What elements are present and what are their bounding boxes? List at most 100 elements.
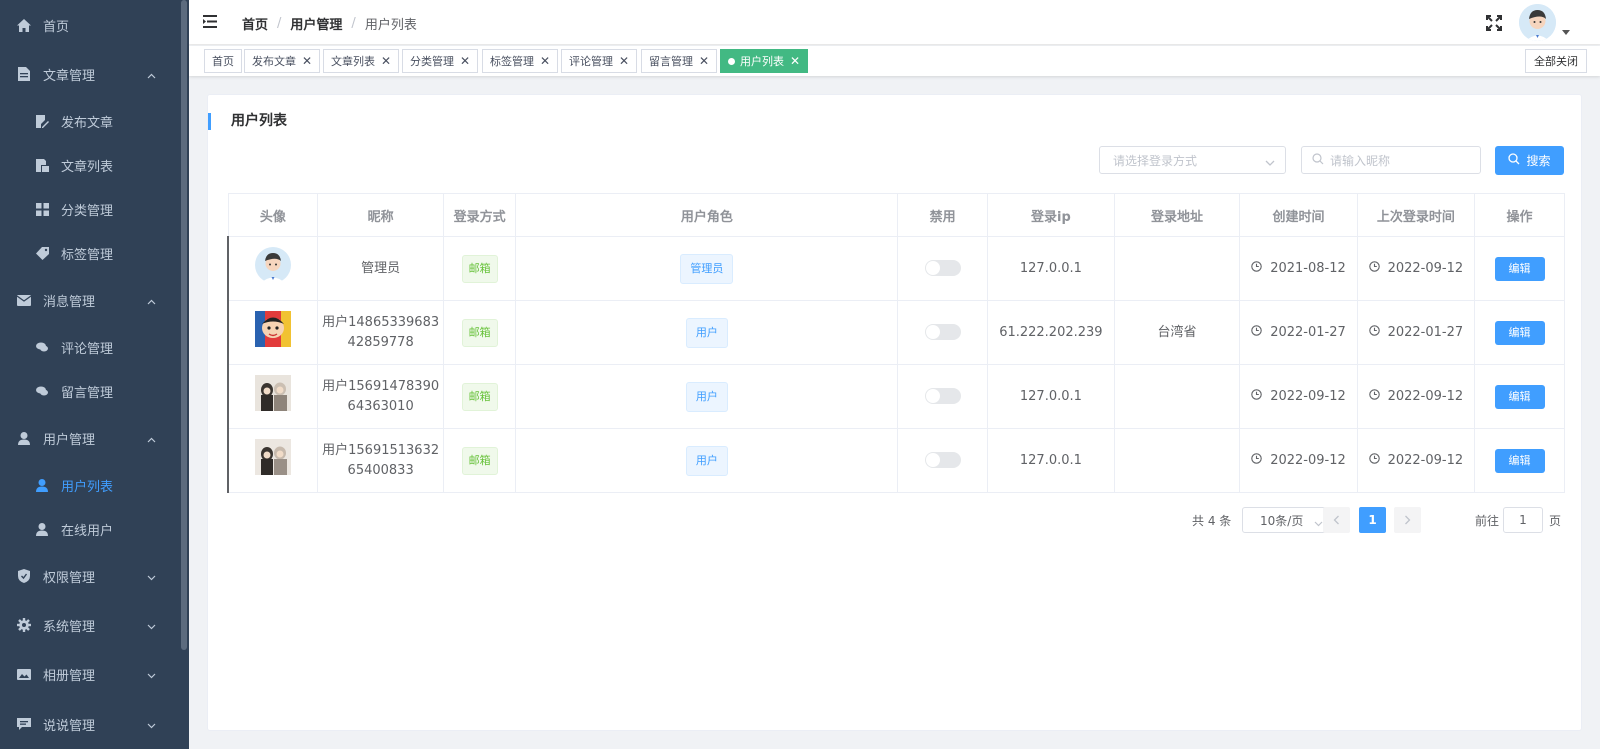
clock-icon — [1251, 451, 1262, 471]
login-type-cell: 邮箱 — [442, 364, 517, 429]
search-button[interactable]: 搜索 — [1495, 146, 1564, 175]
column-header: 操作 — [1474, 193, 1565, 237]
chevron-down-icon — [147, 570, 156, 585]
sidebar-item[interactable]: 相册管理 — [0, 664, 180, 684]
breadcrumb-separator: / — [277, 16, 282, 31]
close-icon[interactable]: ✕ — [619, 54, 629, 68]
sidebar-item[interactable]: 评论管理 — [0, 337, 180, 357]
column-header: 创建时间 — [1239, 193, 1358, 237]
grid-icon — [35, 202, 49, 216]
tag-view-item[interactable]: 评论管理 ✕ — [561, 49, 638, 73]
tag-view-item[interactable]: 留言管理 ✕ — [641, 49, 718, 73]
column-header: 头像 — [227, 193, 319, 237]
sidebar-item[interactable]: 分类管理 — [0, 199, 180, 219]
column-header: 禁用 — [897, 193, 989, 237]
document-icon — [17, 67, 31, 81]
login-type-badge: 邮箱 — [461, 446, 498, 475]
sidebar-item-label: 评论管理 — [61, 341, 114, 357]
sidebar-item[interactable]: 权限管理 — [0, 566, 180, 586]
tag-view-item[interactable]: 标签管理 ✕ — [482, 49, 559, 73]
sidebar-item[interactable]: 首页 — [0, 15, 180, 35]
sidebar-scrollbar[interactable] — [181, 0, 187, 650]
page-number-button[interactable]: 1 — [1359, 507, 1386, 533]
ip-cell: 61.222.202.239 — [987, 300, 1115, 365]
caret-down-icon[interactable] — [1562, 30, 1570, 35]
sidebar-item[interactable]: 留言管理 — [0, 381, 180, 401]
close-all-tags-button[interactable]: 全部关闭 — [1525, 49, 1587, 73]
tag-view-item[interactable]: 发布文章 ✕ — [244, 49, 321, 73]
chat-icon — [35, 384, 49, 398]
edit-button[interactable]: 编辑 — [1494, 320, 1545, 345]
tag-view-item[interactable]: 首页 — [204, 49, 242, 73]
disable-toggle[interactable] — [924, 260, 961, 276]
disable-cell — [897, 428, 989, 493]
breadcrumb-item[interactable]: 首页 — [242, 14, 268, 33]
disable-cell — [897, 236, 989, 301]
sidebar-item[interactable]: 文章列表 — [0, 155, 180, 175]
close-icon[interactable]: ✕ — [381, 54, 391, 68]
page-size-select[interactable]: 10条/页 — [1242, 507, 1332, 533]
last-login-time: 2022-09-12 — [1387, 260, 1464, 276]
tag-view-item[interactable]: 文章列表 ✕ — [323, 49, 400, 73]
top-navbar: 首页 / 用户管理 / 用户列表 — [189, 0, 1600, 45]
disable-toggle[interactable] — [924, 324, 961, 340]
role-cell: 用户 — [515, 364, 899, 429]
close-icon[interactable]: ✕ — [699, 54, 709, 68]
chevron-down-icon — [1265, 156, 1275, 170]
sidebar-item-label: 用户管理 — [43, 432, 96, 448]
clock-icon — [1251, 259, 1262, 279]
sidebar-item-label: 留言管理 — [61, 385, 114, 401]
sidebar-item-label: 分类管理 — [61, 203, 114, 219]
hamburger-icon[interactable] — [203, 15, 217, 32]
sidebar-item-label: 标签管理 — [61, 247, 114, 263]
column-header: 用户角色 — [515, 193, 899, 237]
created-cell: 2022-09-12 — [1239, 364, 1358, 429]
avatar — [255, 375, 292, 411]
clock-icon — [1251, 387, 1262, 407]
tag-view-item[interactable]: 分类管理 ✕ — [402, 49, 479, 73]
column-header: 昵称 — [317, 193, 444, 237]
disable-toggle[interactable] — [924, 388, 961, 404]
sidebar-item[interactable]: 用户列表 — [0, 475, 180, 495]
tag-label: 文章列表 — [331, 55, 375, 68]
next-page-button[interactable] — [1394, 507, 1421, 533]
sidebar-item[interactable]: 用户管理 — [0, 428, 180, 448]
sidebar-item[interactable]: 在线用户 — [0, 519, 180, 539]
created-cell: 2021-08-12 — [1239, 236, 1358, 301]
login-type-badge: 邮箱 — [461, 382, 498, 411]
list-icon — [35, 158, 49, 172]
edit-button[interactable]: 编辑 — [1494, 256, 1545, 281]
disable-toggle[interactable] — [924, 452, 961, 468]
tag-label: 标签管理 — [490, 55, 534, 68]
login-type-select[interactable]: 请选择登录方式 — [1099, 146, 1286, 174]
search-button-label: 搜索 — [1526, 154, 1551, 168]
disable-cell — [897, 364, 989, 429]
prev-page-button[interactable] — [1323, 507, 1350, 533]
nickname-cell: 用户15691513632 65400833 — [317, 428, 444, 493]
close-icon[interactable]: ✕ — [540, 54, 550, 68]
clock-icon — [1251, 323, 1262, 343]
sidebar-item[interactable]: 系统管理 — [0, 615, 180, 635]
sidebar-item[interactable]: 说说管理 — [0, 714, 180, 734]
tag-view-item[interactable]: 用户列表 ✕ — [720, 49, 809, 73]
sidebar-item-label: 权限管理 — [43, 570, 96, 586]
user-icon — [17, 431, 31, 445]
last-login-time: 2022-09-12 — [1387, 452, 1464, 468]
close-icon[interactable]: ✕ — [302, 54, 312, 68]
sidebar-item[interactable]: 消息管理 — [0, 290, 180, 310]
chevron-up-icon — [147, 432, 156, 447]
close-icon[interactable]: ✕ — [790, 54, 800, 68]
user-avatar[interactable] — [1519, 4, 1556, 41]
goto-page-input[interactable]: 1 — [1503, 507, 1543, 533]
fullscreen-icon[interactable] — [1486, 15, 1502, 35]
active-dot-icon — [728, 57, 735, 65]
avatar-cell — [227, 236, 319, 301]
close-icon[interactable]: ✕ — [460, 54, 470, 68]
page-title: 用户列表 — [208, 113, 287, 130]
edit-button[interactable]: 编辑 — [1494, 448, 1545, 473]
sidebar-item[interactable]: 文章管理 — [0, 64, 180, 84]
sidebar-item[interactable]: 标签管理 — [0, 243, 180, 263]
sidebar-item[interactable]: 发布文章 — [0, 111, 180, 131]
nickname-search-input[interactable]: 请输入昵称 — [1301, 146, 1481, 174]
edit-button[interactable]: 编辑 — [1494, 384, 1545, 409]
